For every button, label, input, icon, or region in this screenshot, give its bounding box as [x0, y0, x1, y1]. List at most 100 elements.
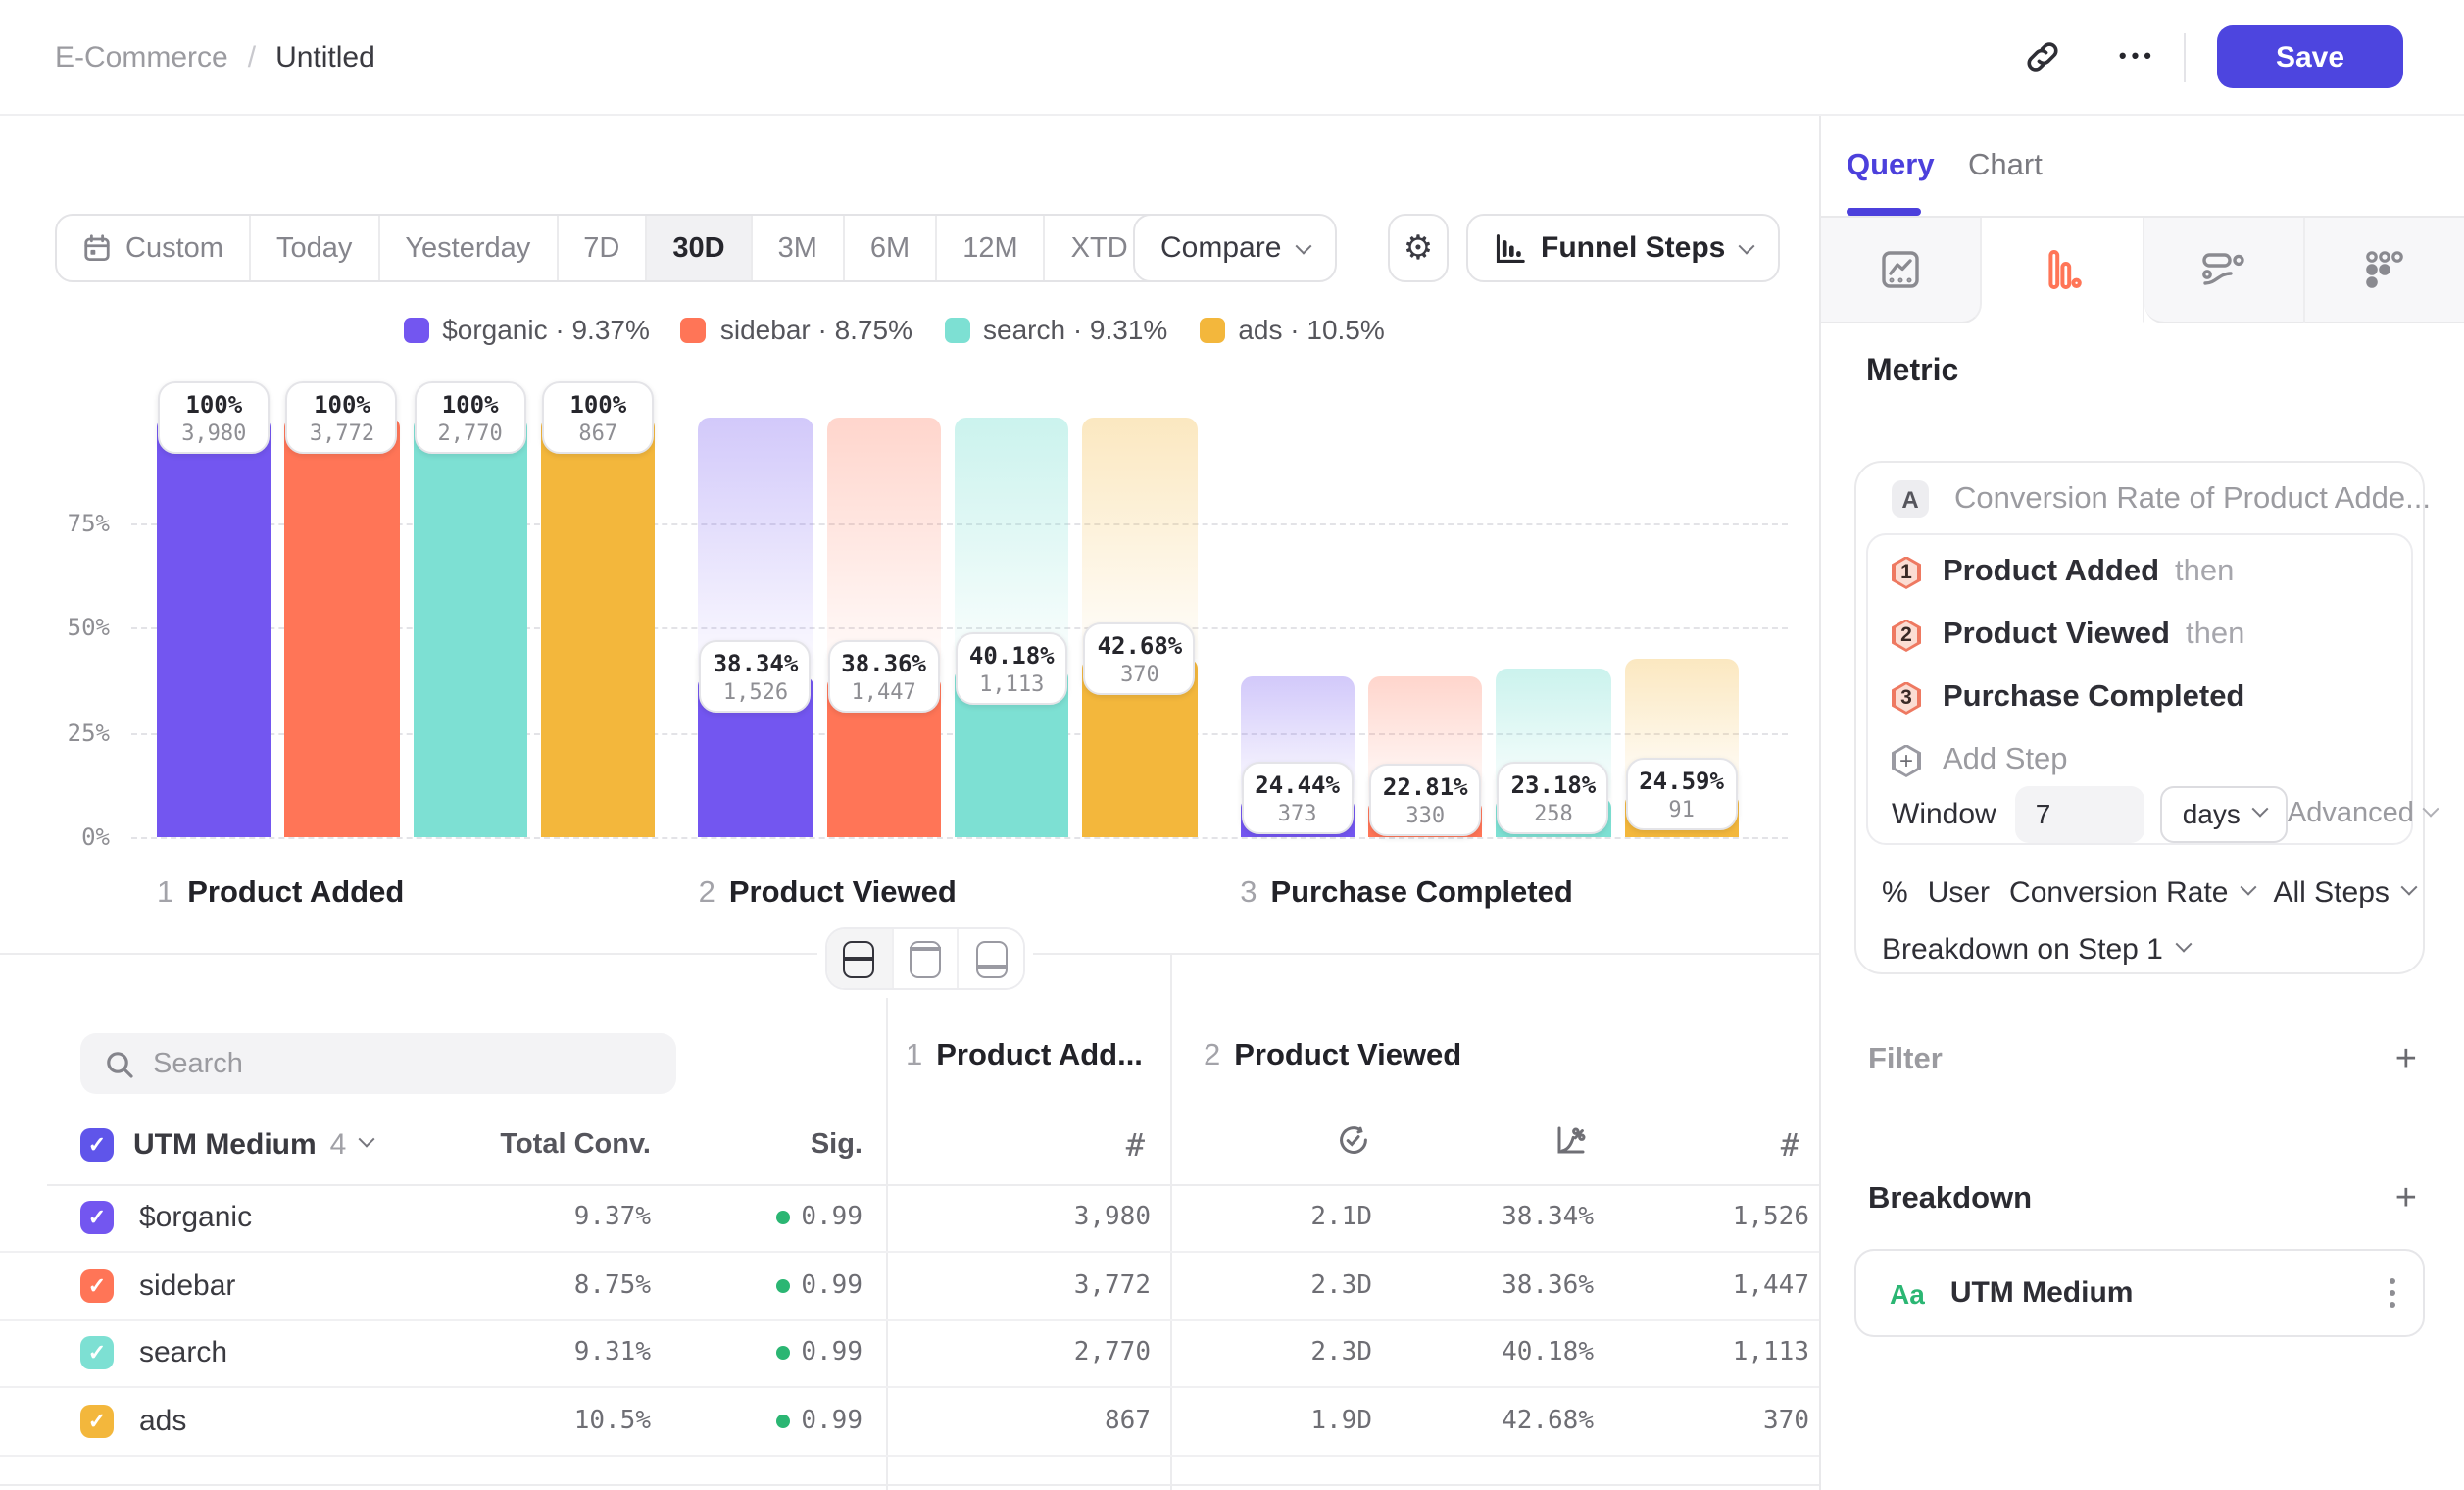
search-input[interactable] — [153, 1048, 676, 1079]
funnels-tab[interactable] — [1983, 218, 2144, 323]
breakdown-column-header[interactable]: UTM Medium 4 — [133, 1128, 371, 1162]
breakdown-on-step-select[interactable]: Breakdown on Step 1 — [1882, 929, 2191, 968]
legend-swatch — [403, 317, 428, 342]
funnel-bar-ads-step1[interactable]: 100%867 — [541, 418, 656, 837]
row-checkbox[interactable]: ✓ — [80, 1406, 114, 1439]
table-row-$organic[interactable]: ✓$organic9.37%0.993,9802.1D38.34%1,526 — [0, 1184, 1819, 1253]
range-label: Today — [276, 232, 352, 264]
conversion-rate-icon[interactable] — [1554, 1123, 1588, 1167]
funnel-bar-$organic-step1[interactable]: 100%3,980 — [157, 418, 271, 837]
converted-bar — [413, 418, 527, 837]
funnel-bar-search-step3[interactable]: 23.18%258 — [1497, 418, 1611, 837]
query-step-2[interactable]: 2Product Viewedthen — [1892, 606, 2391, 665]
window-unit-select[interactable]: days — [2161, 785, 2288, 842]
row-checkbox[interactable]: ✓ — [80, 1201, 114, 1234]
range-custom[interactable]: Custom — [57, 216, 249, 280]
range-label: Yesterday — [405, 232, 530, 264]
filter-section-header: Filter + — [1868, 1041, 2417, 1078]
y-axis: 0%25%50%75% — [0, 418, 110, 837]
funnel-bar-ads-step2[interactable]: 42.68%370 — [1083, 418, 1198, 837]
table-row-sidebar[interactable]: ✓sidebar8.75%0.993,7722.3D38.36%1,447 — [0, 1253, 1819, 1321]
save-button[interactable]: Save — [2217, 25, 2403, 88]
measure-steps-select[interactable]: All Steps — [2274, 875, 2415, 909]
table-row-ads[interactable]: ✓ads10.5%0.998671.9D42.68%370 — [0, 1389, 1819, 1458]
metric-summary[interactable]: A Conversion Rate of Product Adde... — [1892, 480, 2431, 518]
row-name: ads — [139, 1406, 186, 1439]
step-name: Purchase Completed — [1270, 876, 1572, 910]
range-yesterday[interactable]: Yesterday — [377, 216, 556, 280]
retention-tab[interactable] — [2305, 218, 2464, 323]
range-3m[interactable]: 3M — [751, 216, 843, 280]
compare-button[interactable]: Compare — [1133, 214, 1336, 282]
kebab-menu-icon[interactable] — [2389, 1278, 2395, 1309]
calendar-icon — [82, 233, 112, 263]
range-today[interactable]: Today — [249, 216, 377, 280]
bar-value-label: 42.68%370 — [1084, 621, 1196, 694]
more-menu-icon[interactable]: ••• — [2119, 45, 2156, 69]
ytick-25%: 25% — [68, 719, 110, 746]
bar-pct-label: 38.36% — [830, 650, 938, 677]
legend-item-4[interactable]: ads · 10.5% — [1199, 314, 1384, 345]
query-step-1[interactable]: 1Product Addedthen — [1892, 543, 2391, 602]
legend-swatch — [944, 317, 969, 342]
report-title[interactable]: Untitled — [275, 40, 375, 74]
funnel-bar-ads-step3[interactable]: 24.59%91 — [1624, 418, 1739, 837]
funnel-step-labels: 1Product Added2Product Viewed3Purchase C… — [157, 876, 1739, 916]
funnel-bar-search-step1[interactable]: 100%2,770 — [413, 418, 527, 837]
add-breakdown-button[interactable]: + — [2395, 1180, 2417, 1217]
range-6m[interactable]: 6M — [843, 216, 935, 280]
share-link-icon[interactable] — [2009, 24, 2076, 90]
insights-tab[interactable] — [1821, 218, 1983, 323]
chart-type-button[interactable]: Funnel Steps — [1466, 214, 1780, 282]
funnel-bar-search-step2[interactable]: 40.18%1,113 — [955, 418, 1069, 837]
total-conv-column-header[interactable]: Total Conv. — [500, 1129, 651, 1161]
layout-split-button[interactable] — [827, 929, 891, 988]
legend-item-1[interactable]: $organic · 9.37% — [403, 314, 650, 345]
query-step-3[interactable]: 3Purchase Completed — [1892, 669, 2391, 727]
bar-count-label: 370 — [1086, 661, 1194, 686]
table-step2-header[interactable]: 2Product Viewed — [1204, 1039, 1461, 1074]
bar-value-label: 100%3,980 — [158, 381, 270, 454]
select-all-checkbox[interactable]: ✓ — [80, 1128, 114, 1162]
chart-settings-button[interactable]: ⚙ — [1388, 214, 1449, 282]
row-step1-count: 3,980 — [1074, 1203, 1151, 1232]
funnel-bar-sidebar-step1[interactable]: 100%3,772 — [285, 418, 400, 837]
time-to-convert-icon[interactable] — [1337, 1123, 1370, 1167]
count-icon[interactable]: # — [1126, 1126, 1145, 1164]
funnel-bar-sidebar-step2[interactable]: 38.36%1,447 — [826, 418, 941, 837]
app-root: E-Commerce / Untitled ••• Save CustomTod… — [0, 0, 2464, 1490]
add-step-button[interactable]: + Add Step — [1892, 731, 2391, 790]
tab-chart[interactable]: Chart — [1968, 149, 2043, 184]
count-icon[interactable]: # — [1781, 1126, 1799, 1164]
breakdown-item[interactable]: Aa UTM Medium — [1854, 1249, 2425, 1337]
layout-chart-button[interactable] — [891, 929, 957, 988]
metric-badge: A — [1892, 480, 1929, 518]
flows-tab[interactable] — [2144, 218, 2305, 323]
layout-table-button[interactable] — [958, 929, 1023, 988]
range-30d[interactable]: 30D — [645, 216, 750, 280]
funnel-bar-$organic-step2[interactable]: 38.34%1,526 — [699, 418, 813, 837]
measure-pct[interactable]: % — [1882, 875, 1908, 909]
breadcrumb-project[interactable]: E-Commerce — [55, 40, 228, 74]
measure-conversion-select[interactable]: Conversion Rate — [2009, 875, 2253, 909]
funnel-bar-$organic-step3[interactable]: 24.44%373 — [1240, 418, 1355, 837]
bar-count-label: 867 — [544, 421, 652, 446]
bar-value-label: 38.34%1,526 — [700, 640, 812, 713]
range-12m[interactable]: 12M — [935, 216, 1043, 280]
bar-count-label: 258 — [1500, 801, 1607, 826]
measure-user[interactable]: User — [1928, 875, 1990, 909]
legend-item-3[interactable]: search · 9.31% — [944, 314, 1167, 345]
sig-column-header[interactable]: Sig. — [811, 1129, 862, 1161]
tab-query[interactable]: Query — [1847, 149, 1935, 184]
row-checkbox[interactable]: ✓ — [80, 1337, 114, 1370]
table-step1-header[interactable]: 1Product Add... — [906, 1039, 1143, 1074]
add-filter-button[interactable]: + — [2395, 1041, 2417, 1078]
window-value-input[interactable] — [2016, 785, 2145, 842]
table-row-search[interactable]: ✓search9.31%0.992,7702.3D40.18%1,113 — [0, 1320, 1819, 1389]
range-7d[interactable]: 7D — [556, 216, 645, 280]
row-checkbox[interactable]: ✓ — [80, 1268, 114, 1302]
legend-item-2[interactable]: sidebar · 8.75% — [681, 314, 912, 345]
converted-bar — [157, 418, 271, 837]
advanced-toggle[interactable]: Advanced — [2288, 798, 2438, 829]
funnel-bar-sidebar-step3[interactable]: 22.81%330 — [1368, 418, 1483, 837]
